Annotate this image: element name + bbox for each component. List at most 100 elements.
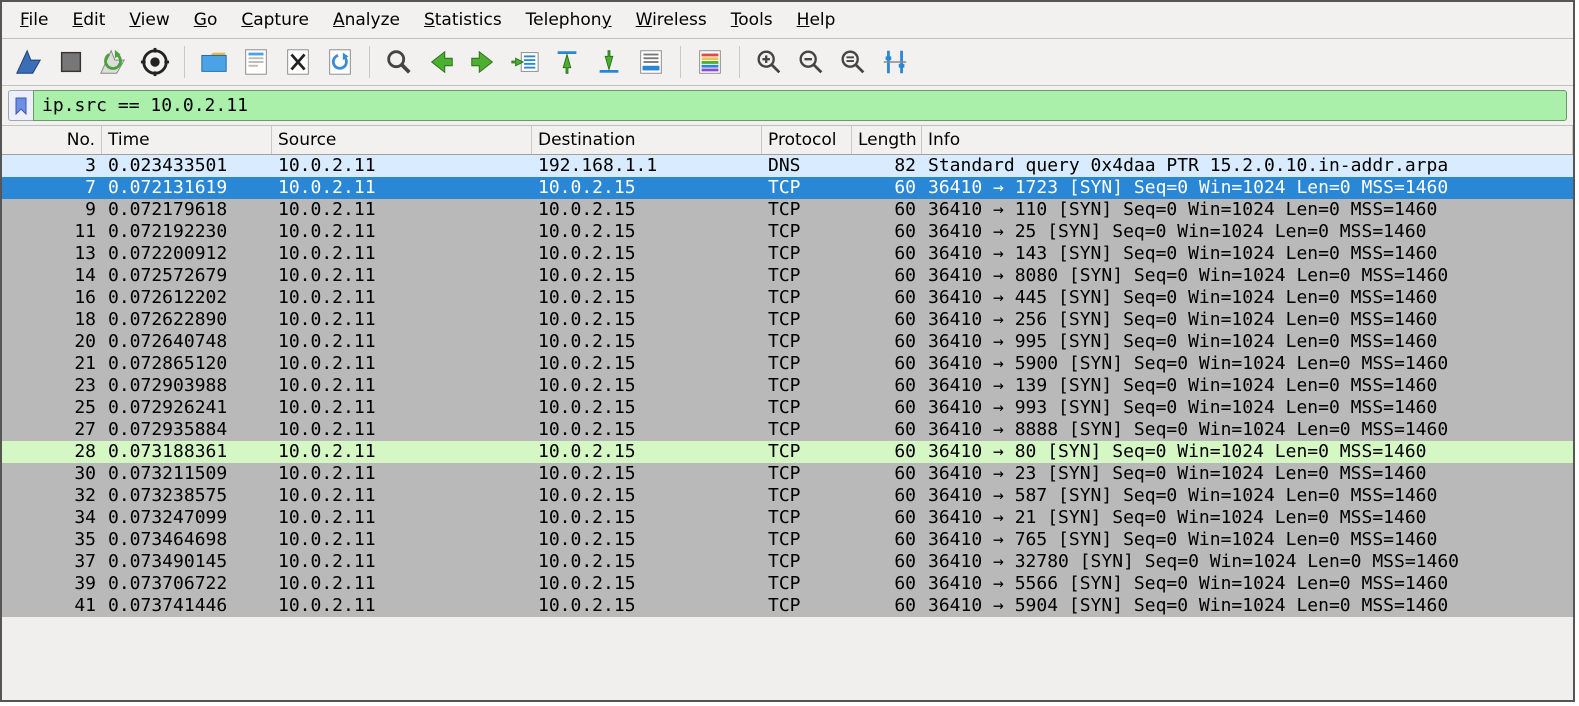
save-file-button[interactable] — [237, 43, 275, 81]
cell-no: 37 — [2, 551, 102, 573]
col-header-info[interactable]: Info — [922, 126, 1573, 154]
cell-src: 10.0.2.11 — [272, 221, 532, 243]
packet-row[interactable]: 370.07349014510.0.2.1110.0.2.15TCP603641… — [2, 551, 1573, 573]
cell-dst: 10.0.2.15 — [532, 507, 762, 529]
col-header-len[interactable]: Length — [852, 126, 922, 154]
colorize-button[interactable] — [691, 43, 729, 81]
menu-telephony[interactable]: Telephony — [514, 6, 624, 34]
cell-proto: TCP — [762, 529, 852, 551]
cell-src: 10.0.2.11 — [272, 441, 532, 463]
packet-row[interactable]: 280.07318836110.0.2.1110.0.2.15TCP603641… — [2, 441, 1573, 463]
resize-columns-button[interactable] — [876, 43, 914, 81]
zoom-out-button[interactable] — [792, 43, 830, 81]
packet-row[interactable]: 340.07324709910.0.2.1110.0.2.15TCP603641… — [2, 507, 1573, 529]
goto-packet-button[interactable] — [506, 43, 544, 81]
cell-dst: 10.0.2.15 — [532, 287, 762, 309]
menu-go[interactable]: Go — [182, 6, 230, 34]
cell-info: 36410 → 139 [SYN] Seq=0 Win=1024 Len=0 M… — [922, 375, 1573, 397]
cell-len: 60 — [852, 463, 922, 485]
packet-row[interactable]: 410.07374144610.0.2.1110.0.2.15TCP603641… — [2, 595, 1573, 617]
cell-no: 7 — [2, 177, 102, 199]
cell-len: 60 — [852, 243, 922, 265]
packet-row[interactable]: 90.07217961810.0.2.1110.0.2.15TCP6036410… — [2, 199, 1573, 221]
cell-time: 0.072865120 — [102, 353, 272, 375]
packet-row[interactable]: 250.07292624110.0.2.1110.0.2.15TCP603641… — [2, 397, 1573, 419]
menu-view[interactable]: View — [117, 6, 181, 34]
col-header-src[interactable]: Source — [272, 126, 532, 154]
packet-list-header[interactable]: No. Time Source Destination Protocol Len… — [2, 126, 1573, 155]
autoscroll-button[interactable] — [632, 43, 670, 81]
cell-dst: 10.0.2.15 — [532, 331, 762, 353]
col-header-dst[interactable]: Destination — [532, 126, 762, 154]
packet-row[interactable]: 350.07346469810.0.2.1110.0.2.15TCP603641… — [2, 529, 1573, 551]
cell-dst: 10.0.2.15 — [532, 595, 762, 617]
cell-time: 0.023433501 — [102, 155, 272, 177]
menu-help[interactable]: Help — [785, 6, 848, 34]
packet-row[interactable]: 30.02343350110.0.2.11192.168.1.1DNS82Sta… — [2, 155, 1573, 177]
packet-row[interactable]: 140.07257267910.0.2.1110.0.2.15TCP603641… — [2, 265, 1573, 287]
cell-dst: 10.0.2.15 — [532, 485, 762, 507]
cell-time: 0.073247099 — [102, 507, 272, 529]
stop-capture-button[interactable] — [52, 43, 90, 81]
packet-row[interactable]: 70.07213161910.0.2.1110.0.2.15TCP6036410… — [2, 177, 1573, 199]
cell-time: 0.072640748 — [102, 331, 272, 353]
go-forward-button[interactable] — [464, 43, 502, 81]
packet-row[interactable]: 210.07286512010.0.2.1110.0.2.15TCP603641… — [2, 353, 1573, 375]
packet-row[interactable]: 320.07323857510.0.2.1110.0.2.15TCP603641… — [2, 485, 1573, 507]
menu-edit[interactable]: Edit — [60, 6, 117, 34]
packet-row[interactable]: 390.07370672210.0.2.1110.0.2.15TCP603641… — [2, 573, 1573, 595]
packet-list-body[interactable]: 30.02343350110.0.2.11192.168.1.1DNS82Sta… — [2, 155, 1573, 617]
cell-src: 10.0.2.11 — [272, 177, 532, 199]
packet-row[interactable]: 160.07261220210.0.2.1110.0.2.15TCP603641… — [2, 287, 1573, 309]
packet-row[interactable]: 130.07220091210.0.2.1110.0.2.15TCP603641… — [2, 243, 1573, 265]
cell-proto: TCP — [762, 331, 852, 353]
menu-file[interactable]: File — [8, 6, 60, 34]
cell-time: 0.072612202 — [102, 287, 272, 309]
cell-info: 36410 → 8888 [SYN] Seq=0 Win=1024 Len=0 … — [922, 419, 1573, 441]
close-file-button[interactable] — [279, 43, 317, 81]
cell-no: 14 — [2, 265, 102, 287]
packet-row[interactable]: 110.07219223010.0.2.1110.0.2.15TCP603641… — [2, 221, 1573, 243]
display-filter-input[interactable] — [33, 90, 1567, 121]
filter-bookmark-button[interactable] — [8, 90, 33, 121]
start-capture-button[interactable] — [10, 43, 48, 81]
packet-row[interactable]: 270.07293588410.0.2.1110.0.2.15TCP603641… — [2, 419, 1573, 441]
cell-src: 10.0.2.11 — [272, 243, 532, 265]
cell-no: 35 — [2, 529, 102, 551]
col-header-proto[interactable]: Protocol — [762, 126, 852, 154]
cell-time: 0.072192230 — [102, 221, 272, 243]
cell-len: 60 — [852, 221, 922, 243]
goto-first-packet-button[interactable] — [548, 43, 586, 81]
zoom-reset-button[interactable] — [834, 43, 872, 81]
packet-row[interactable]: 230.07290398810.0.2.1110.0.2.15TCP603641… — [2, 375, 1573, 397]
reload-file-button[interactable] — [321, 43, 359, 81]
cell-info: 36410 → 8080 [SYN] Seq=0 Win=1024 Len=0 … — [922, 265, 1573, 287]
packet-row[interactable]: 300.07321150910.0.2.1110.0.2.15TCP603641… — [2, 463, 1573, 485]
col-header-time[interactable]: Time — [102, 126, 272, 154]
cell-dst: 10.0.2.15 — [532, 309, 762, 331]
menu-analyze[interactable]: Analyze — [321, 6, 412, 34]
col-header-no[interactable]: No. — [2, 126, 102, 154]
open-file-button[interactable] — [195, 43, 233, 81]
cell-proto: TCP — [762, 573, 852, 595]
zoom-in-button[interactable] — [750, 43, 788, 81]
restart-capture-button[interactable] — [94, 43, 132, 81]
find-packet-button[interactable] — [380, 43, 418, 81]
packet-row[interactable]: 200.07264074810.0.2.1110.0.2.15TCP603641… — [2, 331, 1573, 353]
cell-len: 60 — [852, 287, 922, 309]
cell-src: 10.0.2.11 — [272, 551, 532, 573]
menu-statistics[interactable]: Statistics — [412, 6, 514, 34]
cell-proto: TCP — [762, 199, 852, 221]
menu-tools[interactable]: Tools — [719, 6, 785, 34]
cell-len: 60 — [852, 177, 922, 199]
capture-options-button[interactable] — [136, 43, 174, 81]
menu-capture[interactable]: Capture — [229, 6, 321, 34]
cell-no: 23 — [2, 375, 102, 397]
goto-last-packet-button[interactable] — [590, 43, 628, 81]
packet-row[interactable]: 180.07262289010.0.2.1110.0.2.15TCP603641… — [2, 309, 1573, 331]
menu-wireless[interactable]: Wireless — [624, 6, 719, 34]
cell-src: 10.0.2.11 — [272, 507, 532, 529]
cell-proto: TCP — [762, 595, 852, 617]
cell-src: 10.0.2.11 — [272, 309, 532, 331]
go-back-button[interactable] — [422, 43, 460, 81]
